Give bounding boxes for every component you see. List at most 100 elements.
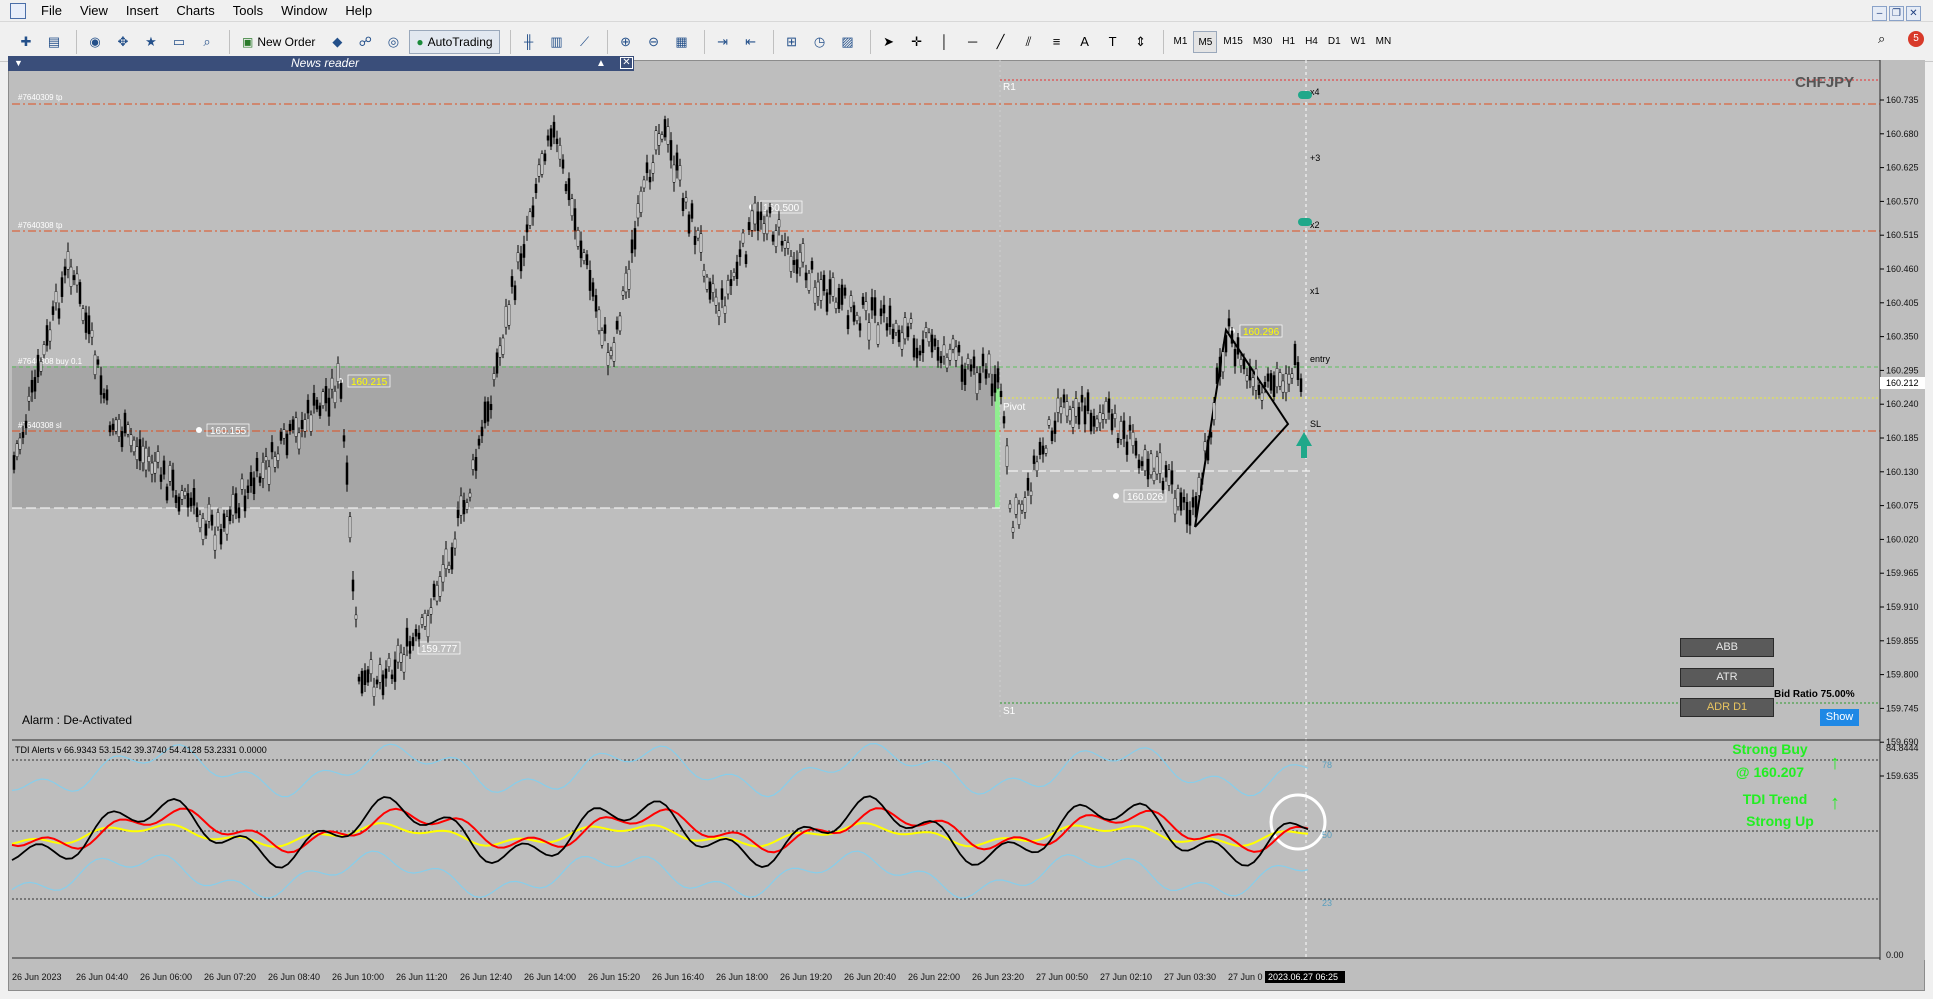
- candle-body: [513, 285, 517, 301]
- candle-body: [1257, 384, 1261, 396]
- candle-body: [978, 373, 982, 384]
- tdi-scale-top: 84.8444: [1886, 743, 1919, 753]
- candle-body: [387, 657, 391, 667]
- candle-body: [330, 377, 334, 390]
- candle-body: [48, 329, 52, 342]
- show-button[interactable]: Show: [1820, 709, 1859, 726]
- tdi-signal-circle: [1269, 793, 1327, 851]
- candle-body: [270, 442, 274, 453]
- candle-body: [825, 292, 829, 312]
- candle-body: [255, 457, 259, 472]
- news-reader-title[interactable]: News reader: [291, 56, 359, 71]
- candle-body: [900, 332, 904, 350]
- candle-body: [120, 431, 124, 448]
- candle-body: [1161, 481, 1165, 491]
- price-annotation: 160.500: [763, 203, 800, 214]
- candle-body: [786, 242, 790, 249]
- candle-body: [1182, 497, 1186, 503]
- abb-button[interactable]: ABB: [1680, 638, 1774, 657]
- candle-body: [75, 273, 79, 286]
- candle-body: [1107, 398, 1111, 413]
- candle-body: [294, 417, 298, 437]
- candle-body: [1158, 452, 1162, 474]
- candle-body: [225, 516, 229, 535]
- candle-body: [81, 308, 85, 321]
- candle-body: [1062, 394, 1066, 403]
- time-tick-label: 26 Jun 18:00: [716, 972, 768, 982]
- candle-body: [1077, 406, 1081, 425]
- news-reader-bar[interactable]: ▼ News reader ▲ ✕: [8, 56, 634, 71]
- target-label: entry: [1310, 354, 1331, 364]
- candle-body: [282, 429, 286, 439]
- tdi-level-label: 78: [1322, 760, 1332, 770]
- candle-body: [1005, 445, 1009, 467]
- candle-body: [522, 244, 526, 258]
- candle-body: [609, 350, 613, 356]
- candle-body: [729, 279, 733, 286]
- candle-body: [1053, 420, 1057, 434]
- candle-body: [66, 251, 70, 270]
- candle-body: [24, 420, 28, 429]
- candle-body: [879, 308, 883, 317]
- candle-body: [423, 612, 427, 627]
- candle-body: [252, 477, 256, 494]
- expand-up-icon[interactable]: ▲: [596, 56, 606, 71]
- price-tick-label: 160.295: [1886, 365, 1919, 375]
- candle-body: [726, 280, 730, 295]
- candle-body: [237, 507, 241, 519]
- candle-body: [960, 364, 964, 382]
- candle-body: [495, 352, 499, 374]
- candle-body: [903, 317, 907, 340]
- candle-body: [216, 512, 220, 528]
- candle-body: [459, 495, 463, 516]
- candle-body: [1299, 378, 1303, 392]
- candle-body: [228, 509, 232, 522]
- candle-body: [144, 447, 148, 471]
- candle-body: [1275, 368, 1279, 388]
- candle-body: [1125, 441, 1129, 455]
- collapse-arrow-icon[interactable]: ▼: [14, 58, 23, 68]
- candle-body: [264, 456, 268, 462]
- candle-body: [1020, 503, 1024, 511]
- candle-body: [1224, 335, 1228, 353]
- candle-body: [303, 419, 307, 432]
- candle-body: [1134, 440, 1138, 456]
- price-chart[interactable]: 160.735 160.680 160.625 160.570 160.515 160.4…: [0, 0, 1933, 999]
- candle-body: [321, 391, 325, 406]
- candle-body: [453, 538, 457, 549]
- adr-d1-button[interactable]: ADR D1: [1680, 698, 1774, 717]
- candle-body: [918, 350, 922, 356]
- candle-body: [1011, 527, 1015, 533]
- candle-body: [1035, 461, 1039, 472]
- order-label: #7640308 buy 0.1: [18, 357, 83, 366]
- candle-body: [915, 347, 919, 359]
- candle-body: [651, 162, 655, 174]
- atr-button[interactable]: ATR: [1680, 668, 1774, 687]
- candle-body: [471, 459, 475, 470]
- candle-body: [1221, 351, 1225, 373]
- price-annotation: 160.296: [1243, 327, 1280, 338]
- candle-body: [954, 346, 958, 361]
- candle-body: [660, 134, 664, 140]
- candle-body: [1083, 405, 1087, 425]
- candle-body: [1017, 503, 1021, 525]
- candle-body: [930, 334, 934, 353]
- candle-body: [339, 382, 343, 399]
- candle-body: [54, 291, 58, 304]
- tdi-trend-text: TDI Trend: [1742, 791, 1808, 807]
- candle-body: [345, 462, 349, 485]
- candle-body: [783, 240, 787, 249]
- candle-body: [1137, 459, 1141, 469]
- candle-body: [285, 433, 289, 456]
- candle-body: [717, 310, 721, 317]
- candle-body: [987, 353, 991, 375]
- news-close-icon[interactable]: ✕: [620, 57, 633, 69]
- candle-body: [273, 456, 277, 468]
- time-tick-label: 26 Jun 08:40: [268, 972, 320, 982]
- candle-body: [1251, 377, 1255, 387]
- candle-body: [621, 290, 625, 296]
- candle-body: [525, 224, 529, 233]
- candle-body: [531, 205, 535, 218]
- candle-body: [129, 434, 133, 446]
- candle-body: [213, 534, 217, 551]
